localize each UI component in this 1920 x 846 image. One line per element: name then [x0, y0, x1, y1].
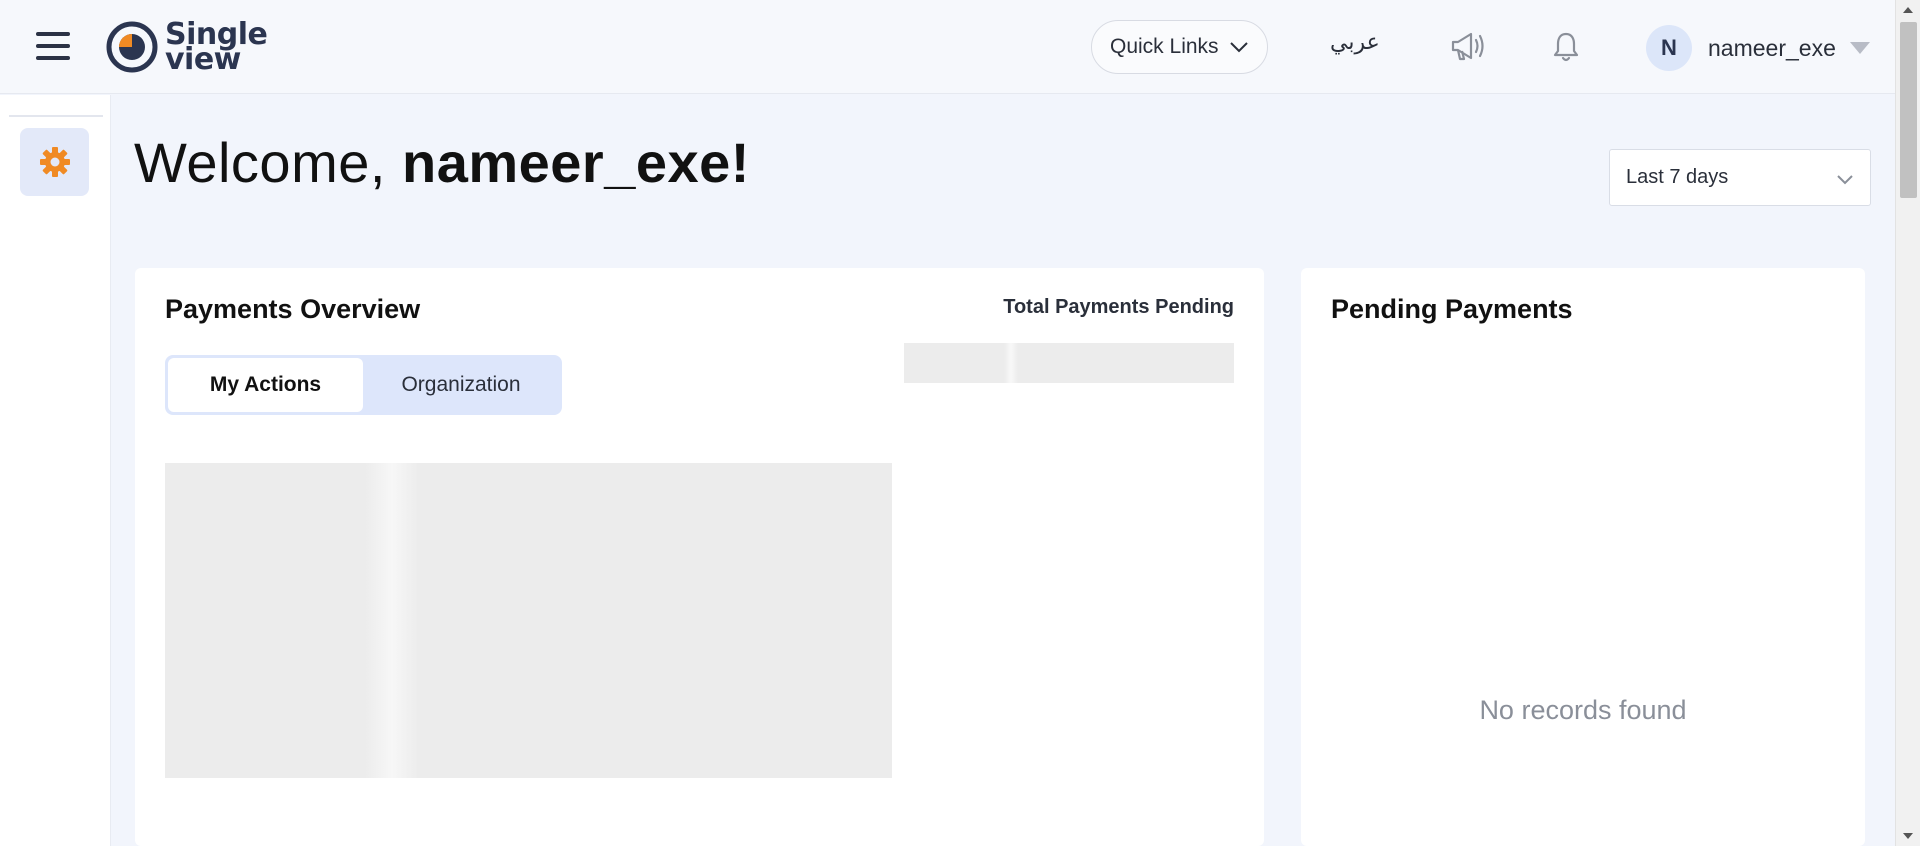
- user-menu[interactable]: N nameer_exe: [1646, 24, 1870, 72]
- caret-down-icon: [1849, 42, 1870, 54]
- chart-loading-skeleton: [165, 463, 892, 778]
- sidebar-divider: [9, 115, 103, 117]
- top-header: Single view Quick Links عربي N nameer_ex…: [0, 0, 1895, 94]
- total-pending-loading-skeleton: [904, 343, 1234, 383]
- scroll-down-arrow-icon[interactable]: [1903, 833, 1913, 839]
- date-range-value: Last 7 days: [1626, 166, 1729, 188]
- pending-payments-title: Pending Payments: [1331, 294, 1573, 324]
- tab-my-actions[interactable]: My Actions: [168, 358, 363, 412]
- payments-overview-title: Payments Overview: [165, 294, 421, 324]
- quick-links-label: Quick Links: [1110, 35, 1219, 58]
- megaphone-icon[interactable]: [1447, 28, 1487, 64]
- welcome-username: nameer_exe!: [401, 131, 750, 194]
- welcome-heading: Welcome, nameer_exe!: [134, 130, 750, 195]
- chevron-down-icon: [1229, 42, 1248, 53]
- language-switch-link[interactable]: عربي: [1330, 30, 1380, 55]
- date-range-select[interactable]: Last 7 days: [1609, 149, 1871, 206]
- sidebar: [0, 95, 111, 846]
- total-payments-pending-label: Total Payments Pending: [1003, 296, 1234, 318]
- page-scrollbar[interactable]: [1895, 0, 1920, 846]
- pending-payments-card: Pending Payments No records found: [1301, 268, 1865, 846]
- payments-overview-card: Payments Overview My Actions Organizatio…: [135, 268, 1264, 846]
- logo-mark-icon: [106, 21, 158, 73]
- empty-state-message: No records found: [1479, 695, 1687, 725]
- username-label: nameer_exe: [1708, 34, 1836, 61]
- gear-icon: [39, 147, 70, 177]
- payments-scope-toggle: My Actions Organization: [165, 355, 562, 415]
- hamburger-menu-icon[interactable]: [36, 32, 70, 60]
- scrollbar-thumb[interactable]: [1900, 22, 1917, 198]
- scroll-up-arrow-icon[interactable]: [1903, 7, 1913, 13]
- notification-bell-icon[interactable]: [1551, 30, 1581, 64]
- logo-wordmark: Single view: [165, 20, 268, 75]
- app-logo[interactable]: Single view: [105, 18, 268, 76]
- welcome-prefix: Welcome,: [134, 131, 402, 194]
- avatar: N: [1646, 25, 1692, 71]
- chevron-down-icon: [1837, 175, 1853, 185]
- quick-links-dropdown[interactable]: Quick Links: [1091, 20, 1268, 74]
- tab-organization[interactable]: Organization: [363, 358, 559, 412]
- sidebar-item-settings[interactable]: [20, 128, 89, 196]
